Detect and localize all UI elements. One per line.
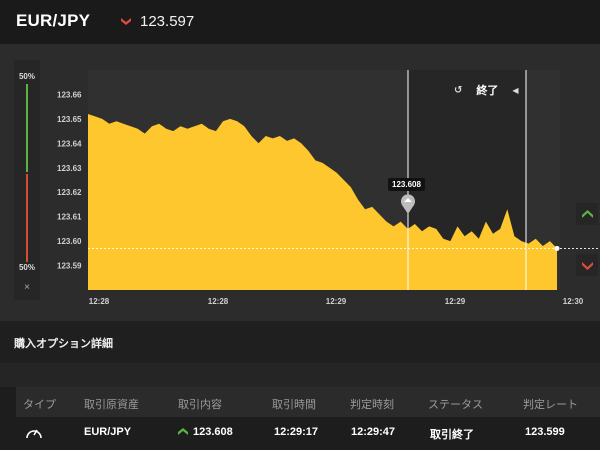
row-status: 取引終了	[430, 429, 474, 441]
low-button[interactable]	[576, 254, 598, 276]
expiry-label: ↺ 終了 ◀	[454, 82, 519, 98]
price-chart[interactable]: 123.66 123.65 123.64 123.63 123.62 123.61 123.…	[0, 0, 600, 321]
high-ratio-label: 50%	[18, 72, 35, 81]
row-trade-time: 12:29:17	[274, 426, 319, 438]
direction-ratio-gauge: 50% 50% ×	[14, 60, 40, 300]
history-icon: ↺	[454, 84, 463, 96]
up-chevron-icon	[581, 209, 593, 218]
low-ratio-label: 50%	[18, 263, 35, 272]
col-type: タイプ	[23, 399, 56, 411]
row-asset: EUR/JPY	[84, 426, 132, 438]
y-tick-label: 123.60	[57, 237, 82, 246]
gauge-icon	[26, 429, 42, 439]
col-judge-time: 判定時刻	[350, 399, 394, 411]
high-ratio-bar	[26, 84, 28, 172]
x-tick-label: 12:29	[326, 297, 347, 306]
entry-marker-label: 123.608	[388, 178, 425, 191]
y-tick-label: 123.61	[57, 213, 82, 222]
low-ratio-bar	[26, 174, 28, 262]
col-status: ステータス	[428, 399, 483, 411]
row-rate: 123.599	[525, 426, 565, 438]
table-header: タイプ 取引原資産 取引内容 取引時間 判定時刻 ステータス 判定レート	[16, 387, 600, 417]
expiry-label-text: 終了	[476, 85, 499, 97]
down-chevron-icon	[581, 261, 593, 270]
y-tick-label: 123.62	[57, 188, 82, 197]
purchase-details-header: 購入オプション詳細	[0, 321, 600, 363]
table-row[interactable]: EUR/JPY 123.608 12:29:17 12:29:47 取引終了 1…	[16, 417, 600, 450]
purchase-details-title: 購入オプション詳細	[14, 338, 113, 350]
x-tick-label: 12:29	[445, 297, 466, 306]
row-content: 123.608	[178, 426, 233, 438]
x-tick-label: 12:30	[563, 297, 584, 306]
col-content: 取引内容	[178, 399, 222, 411]
y-tick-label: 123.64	[57, 139, 82, 148]
y-tick-label: 123.59	[57, 262, 82, 271]
current-price-dot	[554, 245, 560, 251]
row-judge-time: 12:29:47	[351, 426, 396, 438]
y-tick-label: 123.65	[57, 115, 82, 124]
x-tick-label: 12:28	[89, 297, 110, 306]
close-gauge-button[interactable]: ×	[14, 282, 40, 293]
col-rate: 判定レート	[523, 399, 578, 411]
section-spacer	[0, 363, 600, 387]
y-tick-label: 123.66	[57, 90, 82, 99]
y-tick-label: 123.63	[57, 164, 82, 173]
col-trade-time: 取引時間	[272, 399, 316, 411]
col-asset: 取引原資産	[84, 399, 139, 411]
up-chevron-icon	[178, 428, 188, 435]
caret-left-icon: ◀	[512, 85, 519, 95]
x-tick-label: 12:28	[208, 297, 229, 306]
row-content-value: 123.608	[193, 426, 233, 438]
high-button[interactable]	[576, 203, 598, 225]
